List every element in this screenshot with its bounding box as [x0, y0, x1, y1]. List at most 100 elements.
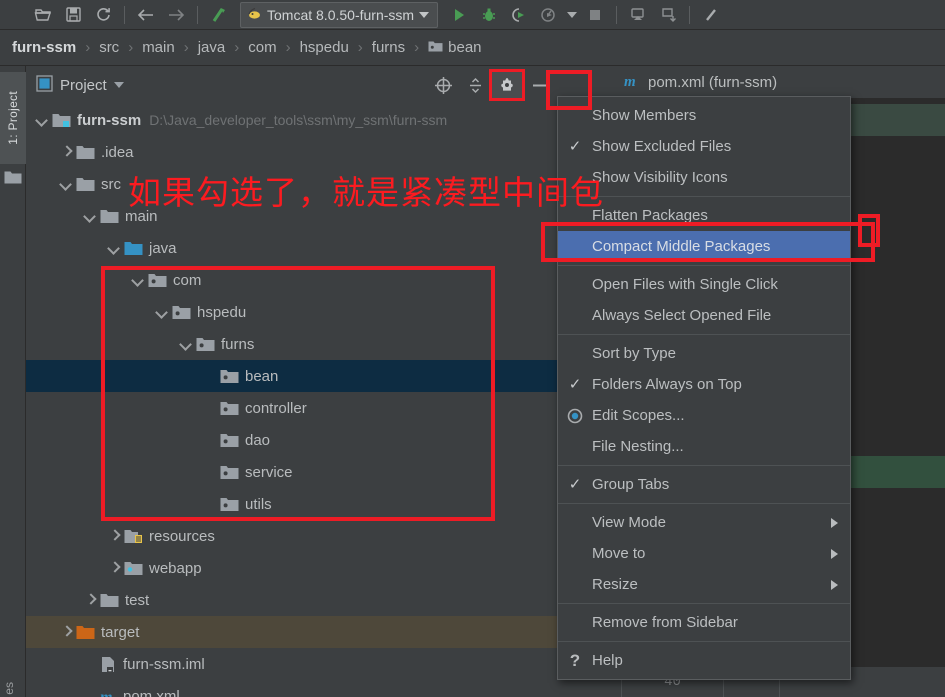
menu-item-folders-always-on-top[interactable]: ✓ Folders Always on Top [558, 369, 850, 400]
menu-item-label: Always Select Opened File [592, 307, 772, 324]
menu-item-label: Help [592, 652, 623, 669]
breadcrumb-separator: › [234, 39, 240, 56]
debug-icon[interactable] [474, 2, 504, 28]
editor-tab-label: pom.xml (furn-ssm) [648, 73, 778, 91]
settings-gear-icon[interactable] [489, 69, 525, 101]
run-coverage-icon[interactable] [504, 2, 534, 28]
menu-item-group-tabs[interactable]: ✓ Group Tabs [558, 469, 850, 500]
download-icon[interactable] [653, 2, 683, 28]
breadcrumb-separator: › [414, 39, 420, 56]
open-folder-icon[interactable] [28, 2, 58, 28]
tree-row-java[interactable]: java [26, 232, 560, 264]
breadcrumb-item-4[interactable]: com [248, 39, 276, 56]
menu-item-remove-from-sidebar[interactable]: Remove from Sidebar [558, 607, 850, 638]
chevron-down-icon[interactable] [132, 273, 146, 287]
menu-item-flatten-packages[interactable]: Flatten Packages [558, 200, 850, 231]
menu-item-move-to[interactable]: Move to [558, 538, 850, 569]
menu-item-help[interactable]: ? Help [558, 645, 850, 676]
tree-row-utils[interactable]: utils [26, 488, 560, 520]
menu-item-label: Open Files with Single Click [592, 276, 778, 293]
breadcrumb-item-7[interactable]: bean [448, 39, 481, 56]
menu-item-view-mode[interactable]: View Mode [558, 507, 850, 538]
tree-row-bean[interactable]: bean [26, 360, 560, 392]
folder-icon [100, 209, 119, 224]
svg-text:m: m [100, 689, 112, 697]
chevron-down-icon[interactable] [36, 113, 50, 127]
menu-item-always-select-opened-file[interactable]: Always Select Opened File [558, 300, 850, 331]
breadcrumb-item-2[interactable]: main [142, 39, 175, 56]
tree-row-label: furns [221, 335, 255, 353]
back-arrow-icon[interactable] [131, 2, 161, 28]
folder-icon [100, 593, 119, 608]
collapse-all-icon[interactable] [460, 72, 490, 98]
tree-row-furns[interactable]: furns [26, 328, 560, 360]
menu-item-compact-middle-packages[interactable]: Compact Middle Packages [558, 231, 850, 262]
profile-dropdown-icon[interactable] [564, 2, 580, 28]
project-tree[interactable]: furn-ssm D:\Java_developer_tools\ssm\my_s… [26, 104, 560, 697]
menu-item-resize[interactable]: Resize [558, 569, 850, 600]
menu-item-edit-scopes[interactable]: Edit Scopes... [558, 400, 850, 431]
tree-row-furn-ssm-iml[interactable]: furn-ssm.iml [26, 648, 560, 680]
left-strip-bottom-label[interactable]: es [2, 682, 16, 695]
tree-row-furn-ssm[interactable]: furn-ssm D:\Java_developer_tools\ssm\my_s… [26, 104, 560, 136]
menu-item-show-visibility-icons[interactable]: Show Visibility Icons [558, 162, 850, 193]
build-hammer-icon[interactable] [204, 2, 234, 28]
run-icon[interactable] [444, 2, 474, 28]
profile-icon[interactable] [534, 2, 564, 28]
locate-icon[interactable] [428, 72, 458, 98]
tree-row-resources[interactable]: resources [26, 520, 560, 552]
project-view-selector[interactable]: Project [36, 75, 124, 95]
hide-icon[interactable] [524, 72, 554, 98]
breadcrumb-item-0[interactable]: furn-ssm [12, 39, 76, 56]
project-options-context-menu[interactable]: Show Members ✓ Show Excluded Files Show Vis… [557, 96, 851, 680]
tree-row-dao[interactable]: dao [26, 424, 560, 456]
chevron-right-icon[interactable] [60, 145, 74, 159]
save-all-icon[interactable] [58, 2, 88, 28]
breadcrumb-item-1[interactable]: src [99, 39, 119, 56]
folder-icon[interactable] [4, 170, 22, 188]
chevron-down-icon[interactable] [84, 209, 98, 223]
chevron-down-icon [113, 82, 124, 88]
update-app-icon[interactable] [623, 2, 653, 28]
tree-row--idea[interactable]: .idea [26, 136, 560, 168]
tree-row-webapp[interactable]: webapp [26, 552, 560, 584]
menu-item-show-members[interactable]: Show Members [558, 100, 850, 131]
menu-item-sort-by-type[interactable]: Sort by Type [558, 338, 850, 369]
forward-arrow-icon[interactable] [161, 2, 191, 28]
breadcrumb-item-3[interactable]: java [198, 39, 226, 56]
chevron-right-icon[interactable] [108, 529, 122, 543]
tree-row-hspedu[interactable]: hspedu [26, 296, 560, 328]
tree-row-service[interactable]: service [26, 456, 560, 488]
menu-item-show-excluded-files[interactable]: ✓ Show Excluded Files [558, 131, 850, 162]
sync-icon[interactable] [88, 2, 118, 28]
editor-tab-pom-xml[interactable]: m pom.xml (furn-ssm) [614, 66, 787, 98]
tree-row-pom-xml[interactable]: m pom.xml [26, 680, 560, 697]
stop-icon[interactable] [580, 2, 610, 28]
package-icon [220, 433, 239, 448]
tree-row-main[interactable]: main [26, 200, 560, 232]
chevron-down-icon[interactable] [60, 177, 74, 191]
tree-row-controller[interactable]: controller [26, 392, 560, 424]
package-icon [220, 465, 239, 480]
chevron-right-icon[interactable] [60, 625, 74, 639]
tree-row-src[interactable]: src [26, 168, 560, 200]
chevron-down-icon[interactable] [108, 241, 122, 255]
folder-icon [76, 177, 95, 192]
tree-row-target[interactable]: target [26, 616, 560, 648]
chevron-down-icon[interactable] [180, 337, 194, 351]
check-icon: ✓ [568, 138, 582, 155]
attach-icon[interactable] [696, 2, 726, 28]
breadcrumb-item-6[interactable]: furns [372, 39, 405, 56]
tree-row-test[interactable]: test [26, 584, 560, 616]
run-configuration-selector[interactable]: Tomcat 8.0.50-furn-ssm [240, 1, 439, 28]
project-view-icon [36, 75, 53, 95]
breadcrumb-item-5[interactable]: hspedu [300, 39, 349, 56]
chevron-down-icon[interactable] [156, 305, 170, 319]
tree-row-com[interactable]: com [26, 264, 560, 296]
menu-item-open-files-with-single-click[interactable]: Open Files with Single Click [558, 269, 850, 300]
chevron-right-icon[interactable] [84, 593, 98, 607]
sidebar-item-project[interactable]: 1: Project [0, 72, 26, 164]
menu-item-file-nesting[interactable]: File Nesting... [558, 431, 850, 462]
chevron-right-icon[interactable] [108, 561, 122, 575]
